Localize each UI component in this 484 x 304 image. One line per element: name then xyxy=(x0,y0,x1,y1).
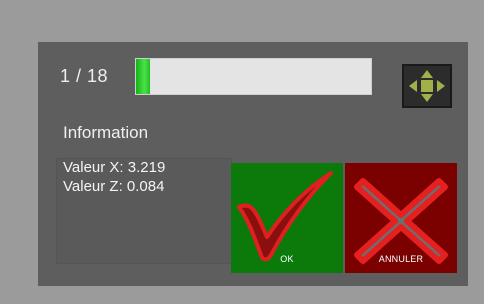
move-icon-arrow-up xyxy=(421,70,433,78)
cancel-button[interactable]: ANNULER xyxy=(345,163,457,273)
cancel-button-label: ANNULER xyxy=(378,254,424,264)
progress-bar xyxy=(135,58,372,95)
move-icon-center xyxy=(421,80,433,92)
value-z-text: Valeur Z: 0.084 xyxy=(63,178,165,195)
value-x-text: Valeur X: 3.219 xyxy=(63,159,166,176)
move-icon-arrow-left xyxy=(409,80,417,92)
ok-button[interactable]: OK xyxy=(231,163,343,273)
four-direction-arrows-icon xyxy=(409,70,445,102)
move-icon-arrow-down xyxy=(421,94,433,102)
step-counter: 1 / 18 xyxy=(60,66,109,86)
information-panel: Valeur X: 3.219 Valeur Z: 0.084 xyxy=(56,158,232,264)
move-button[interactable] xyxy=(402,64,452,108)
measurement-dialog: 1 / 18 Information Valeur X: 3.219 Valeu… xyxy=(38,42,468,286)
ok-button-label: OK xyxy=(280,254,294,264)
information-title: Information xyxy=(63,123,149,142)
move-icon-arrow-right xyxy=(437,80,445,92)
progress-bar-fill xyxy=(136,59,151,94)
screen-background: 1 / 18 Information Valeur X: 3.219 Valeu… xyxy=(0,0,484,304)
